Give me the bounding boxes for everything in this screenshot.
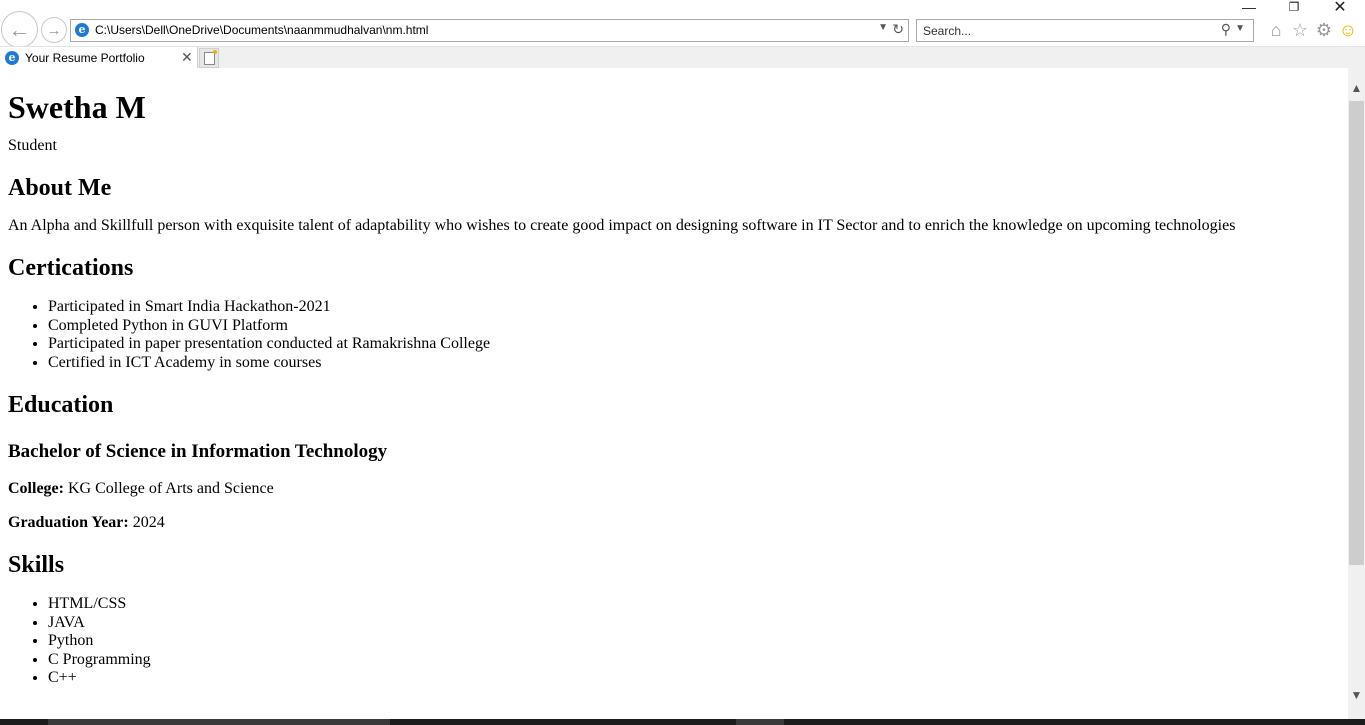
star-icon[interactable]: ☆ — [1289, 19, 1311, 41]
role-text: Student — [8, 137, 57, 154]
graduation-value: 2024 — [132, 514, 165, 531]
list-item: C++ — [48, 669, 1340, 688]
skills-heading: Skills — [8, 552, 65, 578]
taskbar-item[interactable] — [736, 719, 784, 725]
search-input[interactable] — [923, 22, 1203, 39]
taskbar-item[interactable] — [48, 719, 390, 725]
list-item: C Programming — [48, 651, 1340, 670]
close-icon[interactable]: ✕ — [181, 49, 193, 66]
resume-content: Swetha M Student About Me An Alpha and S… — [0, 89, 1348, 688]
new-tab-icon — [203, 49, 217, 65]
tab-strip: e Your Resume Portfolio ✕ — [0, 46, 1365, 69]
list-item: HTML/CSS — [48, 595, 1340, 614]
forward-arrow-icon: → — [46, 21, 62, 39]
restore-button[interactable]: ❐ — [1279, 0, 1309, 14]
scroll-down-icon[interactable]: ▼ — [1348, 687, 1365, 703]
page-title: Swetha M — [8, 89, 146, 125]
education-heading: Education — [8, 392, 114, 418]
degree-title: Bachelor of Science in Information Techn… — [8, 441, 388, 462]
about-text: An Alpha and Skillfull person with exqui… — [8, 217, 1236, 234]
home-icon[interactable]: ⌂ — [1265, 19, 1287, 41]
search-box[interactable]: ⚲ ▼ — [916, 19, 1254, 42]
list-item: Python — [48, 632, 1340, 651]
scroll-thumb[interactable] — [1349, 101, 1364, 565]
ie-page-icon: e — [75, 23, 89, 37]
address-text[interactable]: C:\Users\Dell\OneDrive\Documents\naanmmu… — [95, 23, 428, 37]
certifications-heading: Certications — [8, 255, 134, 281]
vertical-scrollbar[interactable]: ▲ ▼ — [1348, 68, 1365, 719]
browser-chrome: ← → e C:\Users\Dell\OneDrive\Documents\n… — [0, 0, 1365, 69]
page-viewport: Swetha M Student About Me An Alpha and S… — [0, 68, 1348, 719]
list-item: Participated in Smart India Hackathon-20… — [48, 298, 1340, 317]
college-line: College: KG College of Arts and Science — [8, 480, 1340, 498]
skills-list: HTML/CSS JAVA Python C Programming C++ — [8, 595, 1340, 688]
about-heading: About Me — [8, 175, 112, 201]
refresh-icon[interactable]: ↻ — [892, 21, 904, 38]
list-item: Certified in ICT Academy in some courses — [48, 354, 1340, 373]
smiley-icon[interactable]: ☺ — [1337, 19, 1359, 41]
chevron-down-icon[interactable]: ▼ — [878, 22, 888, 33]
graduation-line: Graduation Year: 2024 — [8, 514, 1340, 532]
certifications-list: Participated in Smart India Hackathon-20… — [8, 298, 1340, 372]
chevron-down-icon[interactable]: ▼ — [1235, 23, 1245, 34]
graduation-label: Graduation Year: — [8, 514, 129, 531]
address-bar[interactable]: e C:\Users\Dell\OneDrive\Documents\naanm… — [70, 19, 909, 42]
college-value: KG College of Arts and Science — [67, 480, 274, 497]
close-button[interactable]: ✕ — [1325, 0, 1355, 16]
list-item: Completed Python in GUVI Platform — [48, 317, 1340, 336]
minimize-button[interactable]: — — [1234, 0, 1264, 15]
forward-button[interactable]: → — [41, 17, 67, 43]
tab-resume-portfolio[interactable]: e Your Resume Portfolio ✕ — [0, 47, 198, 69]
back-button[interactable]: ← — [1, 11, 38, 48]
list-item: Participated in paper presentation condu… — [48, 335, 1340, 354]
taskbar — [0, 719, 1365, 725]
ie-tab-icon: e — [5, 51, 19, 65]
new-tab-button[interactable] — [199, 48, 219, 68]
back-arrow-icon: ← — [8, 16, 31, 42]
list-item: JAVA — [48, 614, 1340, 633]
scroll-up-icon[interactable]: ▲ — [1348, 80, 1365, 96]
search-icon[interactable]: ⚲ — [1221, 21, 1231, 38]
tab-title: Your Resume Portfolio — [25, 51, 145, 65]
gear-icon[interactable]: ⚙ — [1313, 19, 1335, 41]
college-label: College: — [8, 480, 64, 497]
